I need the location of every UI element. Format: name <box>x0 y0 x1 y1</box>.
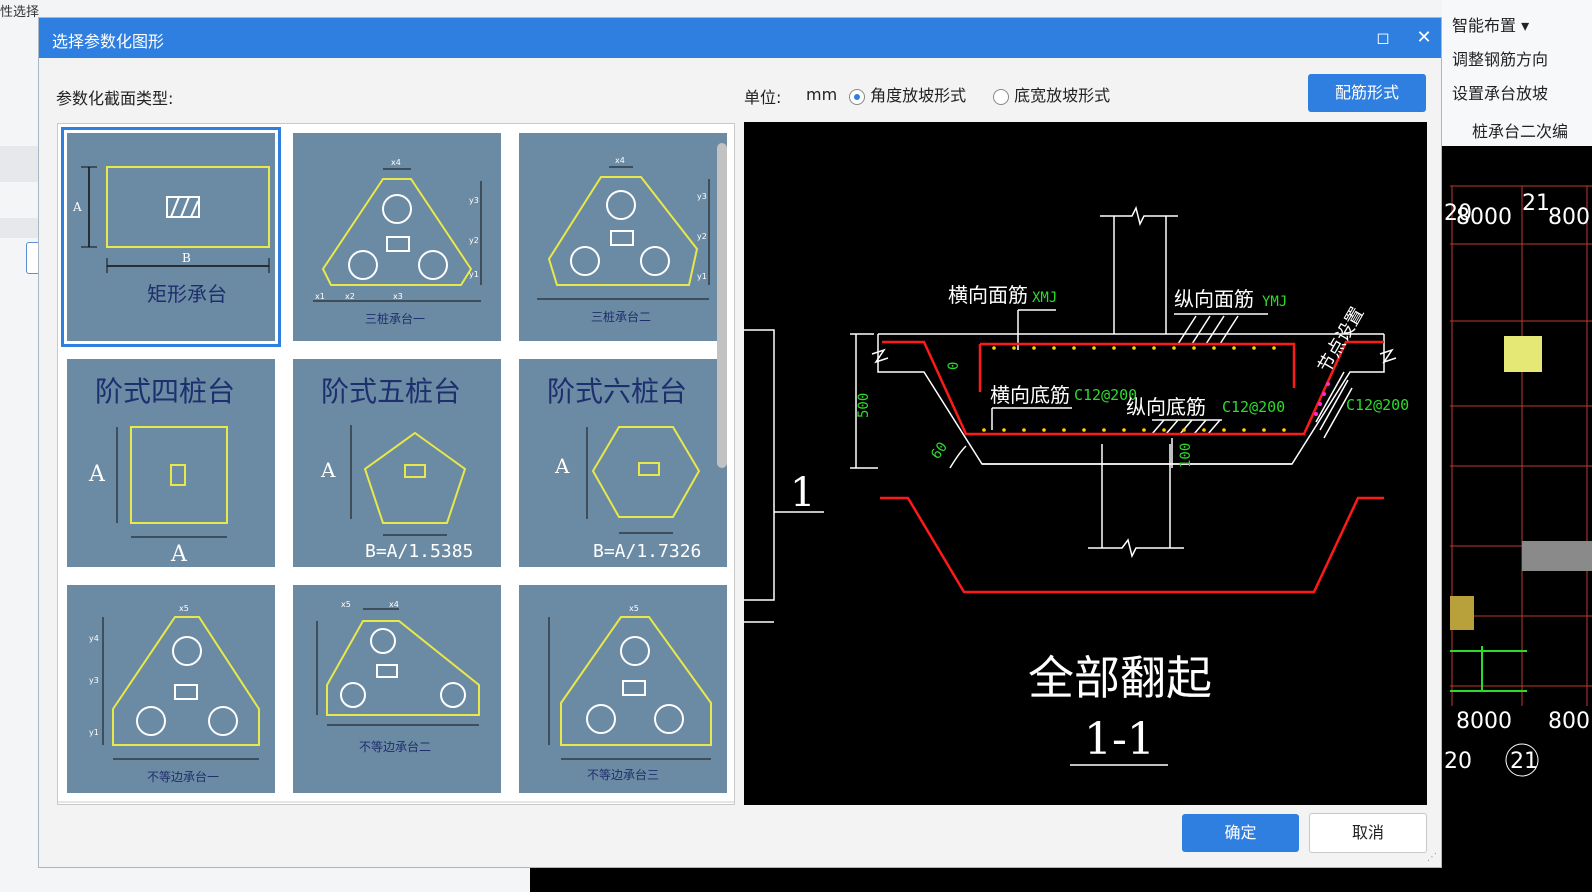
section-type-label: 参数化截面类型: <box>56 89 174 108</box>
background-statusbar <box>38 868 1592 892</box>
preview-caption: 全部翻起 <box>1028 651 1212 705</box>
menu-set-slope[interactable]: 设置承台放坡 <box>1452 80 1548 104</box>
dim-label: y3 <box>697 192 707 201</box>
background-left-panel <box>0 18 40 892</box>
shape-caption: 不等边承台一 <box>147 769 219 784</box>
cad-label: 21 <box>1510 749 1538 774</box>
dim-label: y3 <box>89 676 99 685</box>
rebar-preview-canvas: 横向面筋 XMJ 纵向面筋 YMJ 节点设置 横向底筋 C12@200 纵向底筋… <box>744 122 1427 805</box>
maximize-icon[interactable]: ◻ <box>1369 24 1397 52</box>
dim-label: y2 <box>469 236 479 245</box>
cancel-button[interactable]: 取消 <box>1309 813 1427 853</box>
shape-caption: 阶式六桩台 <box>547 375 687 408</box>
code-longitudinal-bottom: C12@200 <box>1222 398 1285 416</box>
radio-angle-slope[interactable]: 角度放坡形式 <box>849 82 966 106</box>
dim-label: B=A/1.7326 <box>593 541 701 562</box>
code-side: C12@200 <box>1346 396 1409 414</box>
shape-step-four-pile[interactable]: 阶式四桩台 A A <box>67 359 275 567</box>
cad-label: 8000 <box>1456 709 1512 734</box>
background-cad-canvas: 20 21 8000 800 8000 800 20 21 <box>1442 146 1592 892</box>
dim-label: x1 <box>315 292 325 301</box>
cad-label: 800 <box>1548 205 1590 230</box>
dim-100: 100 <box>1178 443 1194 468</box>
dim-label: y2 <box>697 232 707 241</box>
menu-adjust-rebar-direction[interactable]: 调整钢筋方向 <box>1452 46 1548 70</box>
dim-label: y1 <box>469 270 479 279</box>
dim-label: y1 <box>89 728 99 737</box>
label-node-setting: 节点设置 <box>1314 304 1368 377</box>
dim-label: A <box>320 458 336 482</box>
ok-button[interactable]: 确定 <box>1182 814 1299 852</box>
section-mark: 1 <box>790 470 815 516</box>
unit-label: 单位: <box>744 88 782 107</box>
shape-step-five-pile[interactable]: 阶式五桩台 A B=A/1.5385 <box>293 359 501 567</box>
ribbon-fragment: 性选择 <box>0 5 40 19</box>
label-longitudinal-bottom: 纵向底筋 <box>1126 395 1206 419</box>
dialog-title: 选择参数化图形 <box>52 32 165 51</box>
cad-label: 8000 <box>1456 205 1512 230</box>
cad-label: 20 <box>1444 749 1472 774</box>
cad-label: 21 <box>1522 191 1550 216</box>
dim-label: y1 <box>697 272 707 281</box>
shape-grid: A B 矩形承台 x4 y3 y2 y1 x1 x2 x3 三桩承台一 x4 y… <box>57 123 735 805</box>
shape-caption: 不等边承台二 <box>359 739 431 754</box>
dim-label: B <box>182 251 191 265</box>
shape-caption: 三桩承台二 <box>591 309 651 324</box>
dim-label: A <box>554 454 570 478</box>
dim-label: x4 <box>391 158 401 167</box>
dim-500: 500 <box>856 393 872 418</box>
close-icon[interactable]: ✕ <box>1410 24 1438 52</box>
dim-label: B=A/1.5385 <box>365 541 473 562</box>
shape-caption: 三桩承台一 <box>365 311 425 326</box>
label-longitudinal-top: 纵向面筋 <box>1174 287 1254 311</box>
shape-unequal-1[interactable]: x5 y4 y3 y1 不等边承台一 <box>67 585 275 793</box>
dim-label: x5 <box>629 604 639 613</box>
dialog-titlebar: 选择参数化图形 ◻ ✕ <box>39 18 1441 58</box>
radio-unchecked-icon[interactable] <box>993 88 1009 105</box>
radio-checked-icon[interactable] <box>849 88 865 105</box>
shape-caption: 不等边承台三 <box>587 767 659 782</box>
code-longitudinal-top: YMJ <box>1262 294 1287 310</box>
shape-caption: 阶式五桩台 <box>321 375 461 408</box>
code-transverse-top: XMJ <box>1032 290 1057 306</box>
section-name: 1-1 <box>1084 714 1155 765</box>
dim-label: y4 <box>89 634 99 643</box>
dim-label: A <box>88 462 106 487</box>
dim-label: x4 <box>615 156 625 165</box>
dim-label: A <box>170 542 188 567</box>
label-transverse-top: 横向面筋 <box>948 283 1028 307</box>
shape-unequal-3[interactable]: x5 不等边承台三 <box>519 585 727 793</box>
dim-60: 60 <box>928 439 951 462</box>
menu-smart-layout[interactable]: 智能布置 ▾ <box>1452 12 1529 36</box>
resize-grip-icon[interactable]: ⋰ <box>1427 852 1437 863</box>
dim-label: x5 <box>179 604 189 613</box>
rebar-form-button[interactable]: 配筋形式 <box>1308 74 1426 112</box>
background-right-menu: 智能布置 ▾ 调整钢筋方向 设置承台放坡 桩承台二次编 <box>1442 0 1592 146</box>
dim-label: A <box>72 200 82 214</box>
unit-value: mm <box>806 85 838 104</box>
shape-step-six-pile[interactable]: 阶式六桩台 A B=A/1.7326 <box>519 359 727 567</box>
shape-grid-scrollbar[interactable] <box>717 143 727 468</box>
dim-label: x4 <box>389 600 399 609</box>
cad-label: 800 <box>1548 709 1590 734</box>
dim-label: x2 <box>345 292 355 301</box>
menu-secondary-edit[interactable]: 桩承台二次编 <box>1472 118 1568 142</box>
shape-unequal-2[interactable]: x5 x4 不等边承台二 <box>293 585 501 793</box>
radio-width-slope[interactable]: 底宽放坡形式 <box>993 82 1110 106</box>
select-parametric-shape-dialog: 选择参数化图形 ◻ ✕ 参数化截面类型: 单位: mm 角度放坡形式 底宽放坡形… <box>38 17 1442 868</box>
dim-0: 0 <box>946 362 962 370</box>
dim-label: y3 <box>469 196 479 205</box>
shape-caption: 矩形承台 <box>147 282 227 306</box>
dim-label: x5 <box>341 600 351 609</box>
shape-three-pile-1[interactable]: x4 y3 y2 y1 x1 x2 x3 三桩承台一 <box>293 133 501 341</box>
shape-three-pile-2[interactable]: x4 y3 y2 y1 三桩承台二 <box>519 133 727 341</box>
shape-rect-cap[interactable]: A B 矩形承台 <box>67 133 275 341</box>
dim-label: x3 <box>393 292 403 301</box>
label-transverse-bottom: 横向底筋 <box>990 383 1070 407</box>
shape-caption: 阶式四桩台 <box>95 375 235 408</box>
